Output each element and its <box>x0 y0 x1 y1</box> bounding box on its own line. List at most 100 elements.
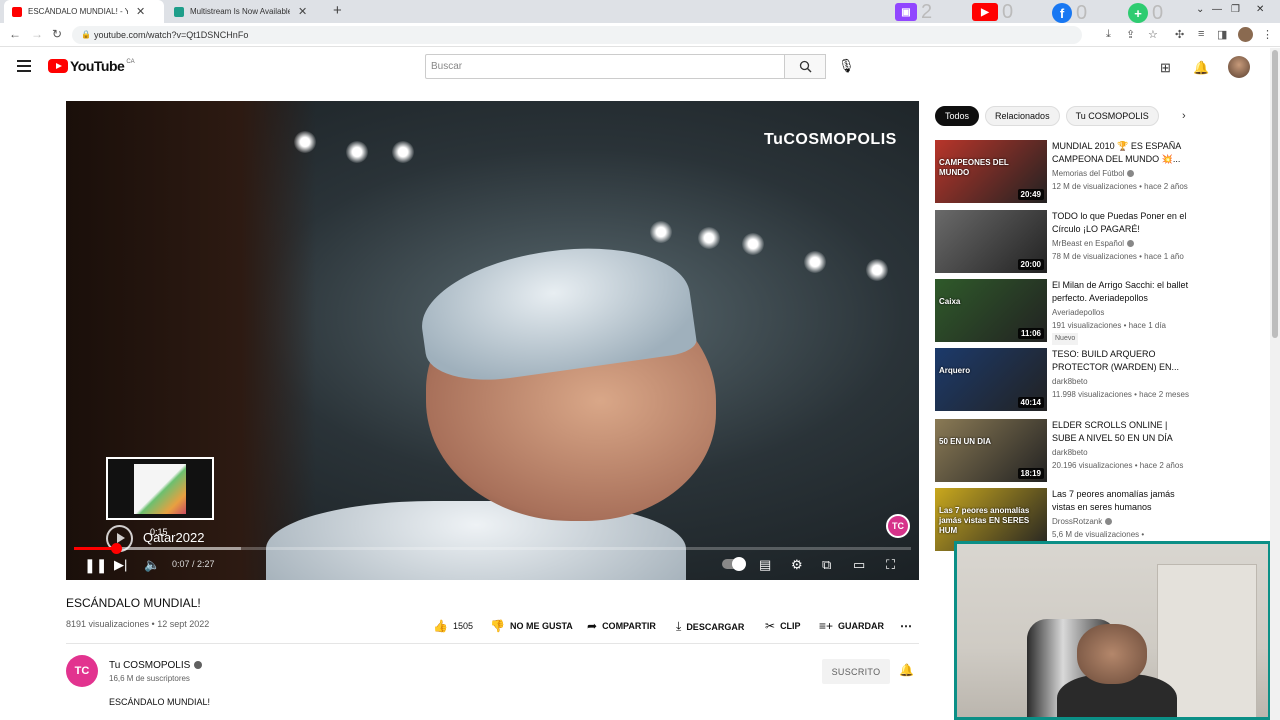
back-arrow-icon[interactable]: ← <box>9 27 21 41</box>
recommended-video-title[interactable]: TESO: BUILD ARQUERO PROTECTOR (WARDEN) E… <box>1052 348 1192 374</box>
stadium-light <box>392 141 414 163</box>
video-thumbnail[interactable]: Arquero 40:14 <box>935 348 1047 411</box>
verified-badge-icon <box>1105 518 1113 526</box>
extensions-puzzle-icon[interactable]: ✣ <box>1175 28 1184 41</box>
chip-channel[interactable]: Tu COSMOPOLIS <box>1065 106 1159 126</box>
download-icon: ⤓ <box>676 619 682 633</box>
subtitles-icon[interactable]: ▤ <box>759 557 771 573</box>
volume-icon[interactable]: 🔈 <box>144 557 160 573</box>
chip-relacionados[interactable]: Relacionados <box>985 106 1060 126</box>
autoplay-toggle[interactable] <box>722 557 746 571</box>
reload-icon[interactable]: ↻ <box>52 27 62 41</box>
close-window-icon[interactable]: ✕ <box>1256 4 1264 15</box>
download-button[interactable]: ⤓ DESCARGAR <box>676 619 744 634</box>
webcam-overlay <box>954 541 1271 720</box>
fullscreen-icon[interactable]: ⛶ <box>886 557 895 573</box>
new-tab-button[interactable]: + <box>333 2 342 19</box>
next-video-icon[interactable]: ▶| <box>114 557 127 573</box>
address-bar[interactable]: 🔒 youtube.com/watch?v=Qt1DSNCHnFo <box>72 26 1082 44</box>
verified-badge-icon <box>194 661 203 670</box>
verified-badge-icon <box>1127 240 1135 248</box>
close-tab-icon[interactable]: ✕ <box>136 5 145 18</box>
video-title: ESCÁNDALO MUNDIAL! <box>66 596 201 610</box>
pause-icon[interactable]: ❚❚ <box>84 557 107 573</box>
recommended-video-title[interactable]: Las 7 peores anomalías jamás vistas en s… <box>1052 488 1192 514</box>
video-thumbnail[interactable]: 50 EN UN DIA 18:19 <box>935 419 1047 482</box>
bookmark-star-icon[interactable]: ☆ <box>1148 28 1158 41</box>
recommended-channel[interactable]: Memorias del Fútbol <box>1052 169 1135 178</box>
account-avatar[interactable] <box>1228 56 1250 78</box>
stadium-light <box>698 227 720 249</box>
browser-tab-youtube[interactable]: ESCÁNDALO MUNDIAL! - YouTube ✕ <box>4 0 164 23</box>
recommended-meta-text: 12 M de visualizaciones • hace 2 años <box>1052 182 1188 191</box>
recommended-channel[interactable]: MrBeast en Español <box>1052 239 1135 248</box>
more-actions-icon[interactable]: ⋯ <box>900 619 912 633</box>
subscribe-button[interactable]: SUSCRITO <box>822 659 890 684</box>
search-button[interactable] <box>784 54 826 79</box>
recommended-video[interactable]: 50 EN UN DIA 18:19 ELDER SCROLLS ONLINE | … <box>935 419 1265 483</box>
channel-watermark: TuCOSMOPOLIS <box>764 131 897 148</box>
restore-icon[interactable]: ❐ <box>1231 4 1240 15</box>
kebab-menu-icon[interactable]: ⋮ <box>1262 28 1273 41</box>
video-thumbnail[interactable]: CAMPEONES DEL MUNDO 20:49 <box>935 140 1047 203</box>
recommended-video[interactable]: Arquero 40:14 TESO: BUILD ARQUERO PROTECTO… <box>935 348 1265 412</box>
channel-name[interactable]: Tu COSMOPOLIS <box>109 660 203 671</box>
chip-todos[interactable]: Todos <box>935 106 980 126</box>
side-panel-icon[interactable]: ◨ <box>1217 28 1227 41</box>
recommended-channel[interactable]: Averiadepollos <box>1052 308 1104 317</box>
recommended-video[interactable]: Caixa 11:06 El Milan de Arrigo Sacchi: el … <box>935 279 1265 345</box>
recommended-channel[interactable]: dark8beto <box>1052 448 1088 457</box>
forward-arrow-icon[interactable]: → <box>31 27 43 41</box>
recommended-channel[interactable]: DrossRotzank <box>1052 517 1113 526</box>
youtube-wordmark: YouTube <box>70 58 125 74</box>
divider <box>66 643 919 644</box>
like-count: 1505 <box>452 621 473 631</box>
browser-toolbar: ← → ↻ 🔒 youtube.com/watch?v=Qt1DSNCHnFo … <box>0 23 1280 47</box>
hamburger-menu-icon[interactable] <box>17 60 31 75</box>
progress-scrubber-handle[interactable] <box>110 543 122 554</box>
chevron-down-icon[interactable]: ⌄ <box>1196 4 1204 15</box>
install-app-icon[interactable]: ⤓ <box>1106 28 1111 41</box>
page-scrollbar-thumb[interactable] <box>1272 50 1278 338</box>
twitch-count: 2 <box>921 1 933 23</box>
video-thumbnail[interactable]: Caixa 11:06 <box>935 279 1047 342</box>
like-button[interactable]: 👍 1505 <box>433 619 473 633</box>
recommended-video-meta: 11.998 visualizaciones • hace 2 meses <box>1052 389 1197 401</box>
browser-profile-avatar[interactable] <box>1238 27 1253 42</box>
thumbnail-caption: CAMPEONES DEL MUNDO <box>939 158 1009 177</box>
save-button[interactable]: ≡+ GUARDAR <box>819 619 884 633</box>
recommended-video-title[interactable]: ELDER SCROLLS ONLINE | SUBE A NIVEL 50 E… <box>1052 419 1192 445</box>
video-thumbnail[interactable]: 20:00 <box>935 210 1047 273</box>
close-tab-icon[interactable]: ✕ <box>298 5 307 18</box>
media-controls-icon[interactable]: ≡ <box>1198 28 1204 40</box>
browser-tab-restream[interactable]: Multistream Is Now Available in Studio ✕ <box>166 0 326 23</box>
youtube-logo[interactable]: YouTube CA <box>48 58 135 74</box>
channel-watermark-logo[interactable]: TC <box>886 514 910 538</box>
clip-button[interactable]: ✂ CLIP <box>765 619 801 633</box>
recommended-video[interactable]: CAMPEONES DEL MUNDO 20:49 MUNDIAL 2010 🏆 E… <box>935 140 1265 204</box>
video-duration: 11:06 <box>1017 328 1044 339</box>
recommended-video-meta: 5,6 M de visualizaciones • <box>1052 529 1197 541</box>
share-button[interactable]: ➦ COMPARTIR <box>587 619 656 633</box>
miniplayer-icon[interactable]: ⧉ <box>822 557 831 573</box>
microphone-icon[interactable]: 🎙 <box>838 58 855 74</box>
theater-mode-icon[interactable]: ▭ <box>853 557 865 573</box>
share-icon[interactable]: ⇪ <box>1126 28 1135 41</box>
minimize-icon[interactable]: — <box>1212 4 1222 15</box>
recommended-video[interactable]: 20:00 TODO lo que Puedas Poner en el Círc… <box>935 210 1265 274</box>
recommended-video-title[interactable]: TODO lo que Puedas Poner en el Círculo ¡… <box>1052 210 1192 236</box>
create-video-icon[interactable]: ⊞ <box>1160 60 1171 76</box>
notifications-bell-icon[interactable]: 🔔 <box>1193 60 1209 76</box>
search-input[interactable]: Buscar <box>425 54 785 79</box>
notification-bell-icon[interactable]: 🔔 <box>899 663 914 677</box>
chevron-right-icon[interactable]: › <box>1182 110 1186 122</box>
recommended-video-title[interactable]: MUNDIAL 2010 🏆 ES ESPAÑA CAMPEONA DEL MU… <box>1052 140 1192 166</box>
recommended-video-title[interactable]: El Milan de Arrigo Sacchi: el ballet per… <box>1052 279 1192 305</box>
video-player[interactable]: TuCOSMOPOLIS TC 0:15 Qatar2022 ❚❚ ▶| 🔈 0… <box>66 101 919 580</box>
facebook-count: 0 <box>1076 2 1088 24</box>
settings-gear-icon[interactable]: ⚙ <box>791 557 803 573</box>
channel-avatar[interactable]: TC <box>66 655 98 687</box>
dislike-button[interactable]: 👎 NO ME GUSTA <box>490 619 573 633</box>
recommended-channel[interactable]: dark8beto <box>1052 377 1088 386</box>
thumbnail-caption: Arquero <box>939 366 971 375</box>
